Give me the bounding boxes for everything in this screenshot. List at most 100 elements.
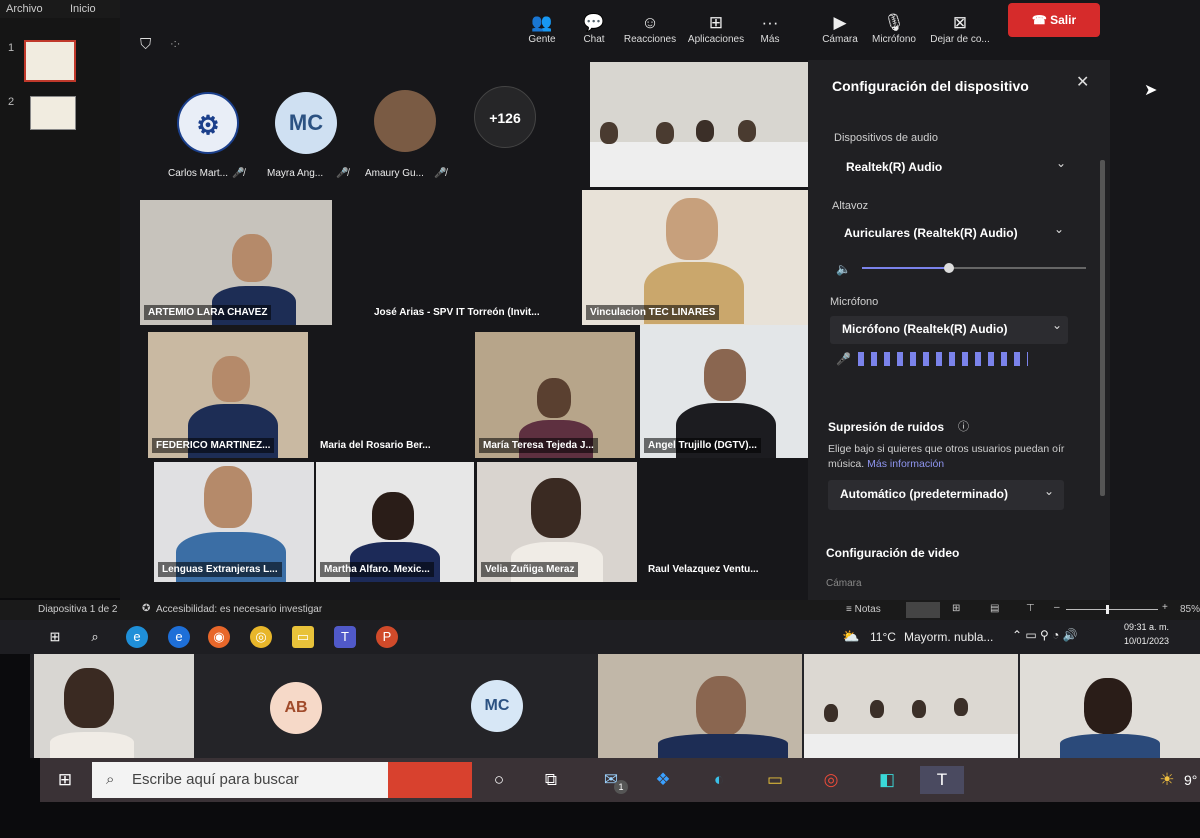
zoom-level[interactable]: 85% xyxy=(1180,604,1200,615)
video-tile[interactable]: FEDERICO MARTINEZ... xyxy=(148,332,308,458)
menu-home[interactable]: Inicio xyxy=(70,3,96,15)
zoom-in-button[interactable]: + xyxy=(1162,602,1168,613)
avatar-photo[interactable] xyxy=(374,90,436,152)
audio-devices-label: Dispositivos de audio xyxy=(834,132,938,144)
edge-icon[interactable]: e xyxy=(126,626,148,648)
slider-thumb[interactable] xyxy=(944,263,954,273)
audio-device-select[interactable]: Realtek(R) Audio xyxy=(846,160,942,174)
video-tile-audio-only[interactable]: José Arias - SPV IT Torreón (Invit... xyxy=(336,200,582,325)
video-tile[interactable] xyxy=(34,654,194,758)
reactions-button[interactable]: ☺ Reacciones xyxy=(620,12,680,45)
windows-taskbar: ⊞ ⌕ Escribe aquí para buscar ○ ⧉ ✉ 1 ❖ ◐… xyxy=(40,758,1200,802)
chevron-down-icon[interactable]: ⌄ xyxy=(1056,156,1066,170)
task-view-icon[interactable]: ⧉ xyxy=(536,766,566,794)
weather-icon: ⛅ xyxy=(842,628,860,644)
participant-name: Raul Velazquez Ventu... xyxy=(648,564,759,575)
video-tile[interactable]: Velia Zuñiga Meraz xyxy=(477,462,637,582)
search-icon: ⌕ xyxy=(106,771,115,788)
more-participants-count[interactable]: +126 xyxy=(474,86,536,148)
accessibility-icon: ✪ xyxy=(142,603,151,614)
folder-icon[interactable]: ▭ xyxy=(292,626,314,648)
search-icon[interactable]: ⌕ xyxy=(84,626,106,648)
camera-button[interactable]: ▶ Cámara xyxy=(810,12,870,45)
reading-view-icon[interactable]: ▤ xyxy=(990,603,999,614)
powerpoint-icon[interactable]: P xyxy=(376,626,398,648)
video-tile-audio-only[interactable]: Maria del Rosario Ber... xyxy=(312,332,472,458)
firefox-icon[interactable]: ◉ xyxy=(208,626,230,648)
video-tile[interactable]: Martha Alfaro. Mexic... xyxy=(316,462,474,582)
windows-icon[interactable]: ⊞ xyxy=(44,626,66,648)
accessibility-status[interactable]: Accesibilidad: es necesario investigar xyxy=(156,604,322,615)
video-tile[interactable]: Vinculacion TEC LINARES xyxy=(582,190,808,325)
chat-button[interactable]: 💬 Chat xyxy=(564,12,624,45)
normal-view-button[interactable] xyxy=(906,602,940,618)
video-tile[interactable]: María Teresa Tejeda J... xyxy=(475,332,635,458)
sorter-view-icon[interactable]: ⊞ xyxy=(952,603,960,614)
participant-name: Carlos Mart... xyxy=(168,168,229,179)
tray-icons[interactable]: ⌃ ▭ ⚲ ◔ 🔊 xyxy=(1012,628,1078,642)
video-settings-title: Configuración de video xyxy=(826,546,960,560)
clock-time: 09:31 a. m. xyxy=(1124,622,1170,632)
chevron-down-icon[interactable]: ⌄ xyxy=(1054,222,1064,236)
edge-icon[interactable]: ◐ xyxy=(704,766,734,794)
people-button[interactable]: 👥 Gente xyxy=(512,12,572,45)
windows-start-icon[interactable]: ⊞ xyxy=(50,766,80,794)
avatar[interactable]: AB xyxy=(270,682,322,734)
avatar[interactable]: MC xyxy=(275,92,337,154)
zoom-out-button[interactable]: – xyxy=(1054,602,1060,613)
weather-desc[interactable]: Mayorm. nubla... xyxy=(904,630,993,644)
remote-taskbar: ⊞ ⌕ e e ◉ ◎ ▭ T P ⛅ 11°C Mayorm. nubla..… xyxy=(0,620,1200,654)
more-info-link[interactable]: Más información xyxy=(867,458,944,470)
speaker-volume-icon: 🔈 xyxy=(836,262,851,276)
chevron-down-icon[interactable]: ⌄ xyxy=(1052,318,1062,332)
teams-icon[interactable]: T xyxy=(920,766,964,794)
video-tile[interactable]: ARTEMIO LARA CHAVEZ xyxy=(140,200,332,325)
speaker-select[interactable]: Auriculares (Realtek(R) Audio) xyxy=(844,226,1018,240)
more-button[interactable]: ··· Más xyxy=(740,12,800,45)
panel-scrollbar[interactable] xyxy=(1100,160,1105,496)
participant-name: Martha Alfaro. Mexic... xyxy=(320,562,434,577)
chevron-down-icon[interactable]: ⌄ xyxy=(1044,484,1054,498)
slideshow-icon[interactable]: ⊤ xyxy=(1026,603,1035,614)
volume-slider[interactable] xyxy=(862,263,1086,273)
mic-icon: 🎙 xyxy=(883,13,905,32)
slide-thumbnail-2[interactable] xyxy=(30,96,76,130)
chrome-icon[interactable]: ◎ xyxy=(250,626,272,648)
avatar-logo[interactable]: ⚙ xyxy=(177,92,239,154)
file-explorer-icon[interactable]: ▭ xyxy=(760,766,790,794)
video-tile[interactable]: Angel Trujillo (DGTV)... xyxy=(640,325,808,458)
zoom-slider[interactable] xyxy=(1066,605,1158,614)
zoom-slider-thumb[interactable] xyxy=(1106,605,1109,614)
video-tile-room[interactable] xyxy=(804,654,1018,758)
weather-icon[interactable]: ☀ xyxy=(1152,766,1182,794)
video-tile-room[interactable] xyxy=(590,62,808,187)
slide-number: 1 xyxy=(8,42,15,54)
avatar[interactable]: MC xyxy=(471,680,523,732)
participant-name: Lenguas Extranjeras L... xyxy=(158,562,282,577)
video-tile[interactable] xyxy=(598,654,802,758)
mic-button[interactable]: 🎙 Micrófono xyxy=(864,12,924,45)
speaker-label: Altavoz xyxy=(832,200,869,212)
chrome-icon[interactable]: ◎ xyxy=(816,766,846,794)
close-icon[interactable]: ✕ xyxy=(1076,72,1089,92)
app-icon[interactable]: ◧ xyxy=(872,766,902,794)
video-tile-audio-only[interactable]: Raul Velazquez Ventu... xyxy=(640,462,808,582)
ie-icon[interactable]: e xyxy=(168,626,190,648)
share-button[interactable]: ⊠ Dejar de co... xyxy=(926,12,994,45)
slide-thumbnail-1[interactable] xyxy=(24,40,76,82)
teams-icon[interactable]: T xyxy=(334,626,356,648)
slide-number: 2 xyxy=(8,96,15,108)
info-icon[interactable]: ⓘ xyxy=(958,418,969,434)
mic-icon: 🎤 xyxy=(836,352,851,366)
dropbox-icon[interactable]: ❖ xyxy=(648,766,678,794)
share-icon: ⊠ xyxy=(952,13,968,32)
notes-button[interactable]: ≡ Notas xyxy=(846,604,881,615)
menu-file[interactable]: Archivo xyxy=(6,3,43,15)
video-tile[interactable]: Lenguas Extranjeras L... xyxy=(154,462,314,582)
search-highlight-image[interactable] xyxy=(388,762,472,798)
cortana-icon[interactable]: ○ xyxy=(484,766,514,794)
mouse-cursor: ➤ xyxy=(1144,82,1158,99)
leave-button[interactable]: ☎ Salir xyxy=(1008,3,1100,37)
video-tile[interactable] xyxy=(1020,654,1200,758)
panel-title: Configuración del dispositivo xyxy=(832,78,1029,94)
